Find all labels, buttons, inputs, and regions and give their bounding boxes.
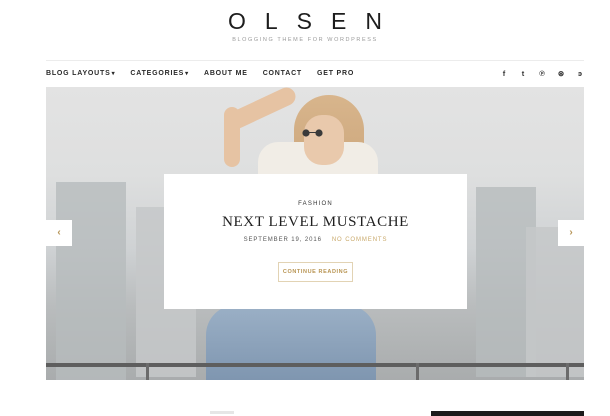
sidebar-widget-header — [431, 411, 584, 416]
post-category[interactable]: FASHION — [164, 201, 467, 207]
slider-prev-button[interactable]: ‹ — [46, 220, 72, 246]
site-header: OLSEN BLOGGING THEME FOR WORDPRESS — [0, 0, 610, 60]
nav-item-label: CATEGORIES — [130, 70, 185, 77]
nav-item-label: GET PRO — [317, 70, 355, 77]
nav-item-get-pro[interactable]: GET PRO — [317, 70, 354, 77]
nav-item-blog-layouts[interactable]: BLOG LAYOUTS▾ — [46, 70, 115, 77]
chevron-down-icon: ▾ — [111, 71, 116, 77]
continue-reading-button[interactable]: CONTINUE READING — [278, 262, 353, 282]
rss-icon[interactable]: ͽ — [576, 69, 584, 78]
post-title[interactable]: NEXT LEVEL MUSTACHE — [164, 214, 467, 231]
site-tagline: BLOGGING THEME FOR WORDPRESS — [232, 37, 378, 43]
railing-post — [566, 363, 569, 380]
dribbble-icon[interactable]: ⊛ — [557, 69, 565, 78]
chevron-left-icon: ‹ — [57, 227, 61, 238]
chevron-down-icon: ▾ — [185, 71, 189, 77]
facebook-icon[interactable]: f — [500, 69, 508, 78]
main-navigation: BLOG LAYOUTS▾ CATEGORIES▾ ABOUT ME CONTA… — [46, 60, 584, 87]
twitter-icon[interactable]: t — [519, 69, 527, 78]
hero-photo-railing — [46, 363, 584, 367]
chevron-right-icon: › — [569, 227, 573, 238]
post-date: SEPTEMBER 19, 2016 — [243, 237, 322, 243]
hero-photo-arm — [224, 107, 240, 167]
nav-item-label: ABOUT ME — [203, 70, 248, 77]
site-logo[interactable]: OLSEN — [0, 8, 610, 35]
slide-caption-card: FASHION NEXT LEVEL MUSTACHE SEPTEMBER 19… — [164, 174, 467, 309]
post-meta: SEPTEMBER 19, 2016 NO COMMENTS — [164, 237, 467, 243]
railing-post — [416, 363, 419, 380]
slider-next-button[interactable]: › — [558, 220, 584, 246]
background-building — [526, 227, 584, 377]
sunglasses-icon — [302, 129, 323, 137]
nav-menu: BLOG LAYOUTS▾ CATEGORIES▾ ABOUT ME CONTA… — [46, 70, 354, 77]
content-heading-placeholder — [210, 411, 234, 414]
hero-photo-jeans — [206, 305, 376, 380]
nav-item-contact[interactable]: CONTACT — [263, 70, 302, 77]
railing-post — [146, 363, 149, 380]
below-fold-content — [0, 380, 610, 416]
pinterest-icon[interactable]: ℗ — [538, 69, 546, 78]
nav-item-label: CONTACT — [262, 70, 303, 77]
nav-item-label: BLOG LAYOUTS — [46, 70, 111, 77]
featured-slider: FASHION NEXT LEVEL MUSTACHE SEPTEMBER 19… — [46, 87, 584, 380]
hero-photo-face — [304, 115, 344, 165]
nav-item-about-me[interactable]: ABOUT ME — [204, 70, 248, 77]
social-links: f t ℗ ⊛ ͽ — [500, 69, 584, 78]
post-comments-link[interactable]: NO COMMENTS — [332, 237, 388, 243]
nav-item-categories[interactable]: CATEGORIES▾ — [130, 70, 189, 77]
background-building — [56, 182, 126, 380]
